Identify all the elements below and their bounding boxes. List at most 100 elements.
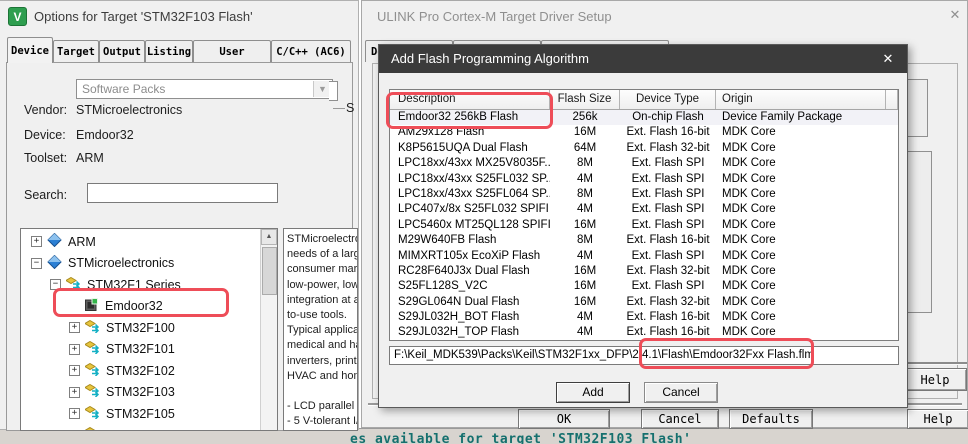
tree-item-arm[interactable]: + ARM: [23, 231, 259, 253]
expand-icon[interactable]: +: [31, 236, 42, 247]
tab-device[interactable]: Device: [7, 37, 53, 63]
tree-item-stm32f102[interactable]: +STM32F102: [23, 360, 259, 382]
tab-user[interactable]: User: [193, 40, 271, 62]
collapse-icon[interactable]: −: [50, 279, 61, 290]
description-line: STMicroelectronics' STM32F101 line: [287, 232, 357, 247]
tree-item-label: STM32F105: [106, 407, 175, 421]
table-row[interactable]: S29GL064N Dual Flash16MExt. Flash 32-bit…: [390, 295, 898, 310]
tree-item-stm32f107[interactable]: +STM32F107: [23, 425, 259, 432]
table-cell: MDK Core: [716, 233, 886, 248]
cancel-button-add[interactable]: Cancel: [644, 382, 718, 403]
help-button-upper[interactable]: Help: [903, 368, 967, 391]
algorithm-table-body: Emdoor32 256kB Flash256kOn-chip FlashDev…: [390, 110, 898, 341]
table-cell: Ext. Flash 16-bit: [620, 125, 716, 140]
vendor-row: Vendor: STMicroelectronics: [0, 103, 359, 119]
description-line: [287, 384, 357, 399]
table-row[interactable]: S29JL032H_BOT Flash4MExt. Flash 16-bitMD…: [390, 310, 898, 325]
algorithm-path-field[interactable]: F:\Keil_MDK539\Packs\Keil\STM32F1xx_DFP\…: [389, 346, 899, 365]
software-packs-combobox[interactable]: Software Packs ▼: [76, 79, 333, 99]
scroll-up-icon[interactable]: ▲: [261, 229, 277, 245]
expand-icon[interactable]: +: [69, 430, 80, 431]
table-cell: RC28F640J3x Dual Flash: [390, 264, 550, 279]
tree-item-stm32f103[interactable]: +STM32F103: [23, 382, 259, 404]
cancel-button-ulink[interactable]: Cancel: [641, 409, 719, 429]
defaults-button[interactable]: Defaults: [729, 409, 813, 429]
tree-item-label: Emdoor32: [105, 299, 163, 313]
ok-button[interactable]: OK: [518, 409, 610, 429]
table-cell: 4M: [550, 310, 620, 325]
table-row[interactable]: LPC18xx/43xx S25FL032 SP...4MExt. Flash …: [390, 172, 898, 187]
table-row[interactable]: S29JL032H_TOP Flash4MExt. Flash 16-bitMD…: [390, 325, 898, 340]
description-line: medical and handheld equipment, PC: [287, 338, 357, 353]
table-cell: K8P5615UQA Dual Flash: [390, 141, 550, 156]
expand-icon[interactable]: +: [69, 322, 80, 333]
tree-item-stm32f105[interactable]: + STM32F105: [23, 403, 259, 425]
collapse-icon[interactable]: −: [31, 258, 42, 269]
table-row[interactable]: LPC5460x MT25QL128 SPIFI16MExt. Flash SP…: [390, 218, 898, 233]
table-row[interactable]: M29W640FB Flash8MExt. Flash 16-bitMDK Co…: [390, 233, 898, 248]
close-icon[interactable]: ✕: [946, 7, 964, 23]
hidden-separator-fragment: [907, 362, 967, 365]
table-cell: Ext. Flash SPI: [620, 172, 716, 187]
tree-item-stmicroelectronics[interactable]: − STMicroelectronics: [23, 253, 259, 275]
tree-item-stm32f1-series[interactable]: − STM32F1 Series: [23, 274, 259, 296]
tree-scrollbar[interactable]: ▲: [260, 229, 277, 430]
expand-icon[interactable]: +: [69, 365, 80, 376]
search-input[interactable]: [87, 183, 278, 203]
table-row[interactable]: LPC407x/8x S25FL032 SPIFI4MExt. Flash SP…: [390, 202, 898, 217]
table-row[interactable]: LPC18xx/43xx MX25V8035F...8MExt. Flash S…: [390, 156, 898, 171]
tab-target[interactable]: Target: [53, 40, 99, 62]
options-for-target-dialog: V Options for Target 'STM32F103 Flash' D…: [0, 0, 359, 430]
table-cell: M29W640FB Flash: [390, 233, 550, 248]
tree-item-label: ARM: [68, 235, 96, 249]
tab-c-c-ac6-[interactable]: C/C++ (AC6): [271, 40, 351, 62]
add-button[interactable]: Add: [556, 382, 630, 403]
close-icon[interactable]: ✕: [877, 51, 899, 67]
description-line: consumer markets. By integrating the: [287, 262, 357, 277]
series-icon: [85, 320, 102, 336]
chip-icon: [84, 298, 101, 314]
expand-icon[interactable]: +: [69, 387, 80, 398]
column-header-origin[interactable]: Origin: [716, 90, 886, 109]
table-cell: LPC407x/8x S25FL032 SPIFI: [390, 202, 550, 217]
description-line: Typical applications include motor: [287, 323, 357, 338]
scrollbar-thumb[interactable]: [262, 247, 277, 295]
table-row[interactable]: RC28F640J3x Dual Flash16MExt. Flash 32-b…: [390, 264, 898, 279]
table-cell: S25FL128S_V2C: [390, 279, 550, 294]
description-line: - 5 V-tolerant I/Os: [287, 414, 357, 429]
description-line: - LCD parallel interface, 8080/6800: [287, 399, 357, 414]
table-cell: MDK Core: [716, 172, 886, 187]
table-cell: Emdoor32 256kB Flash: [390, 110, 550, 125]
device-label: Device:: [24, 128, 66, 142]
table-row[interactable]: Emdoor32 256kB Flash256kOn-chip FlashDev…: [390, 110, 898, 125]
table-row[interactable]: AM29x128 Flash16MExt. Flash 16-bitMDK Co…: [390, 125, 898, 140]
column-header-flash-size[interactable]: Flash Size: [550, 90, 620, 109]
group-box-fragment-label: S: [346, 101, 354, 115]
tab-listing[interactable]: Listing: [145, 40, 193, 62]
column-header-device-type[interactable]: Device Type: [620, 90, 716, 109]
tree-item-label: STM32F1 Series: [87, 278, 181, 292]
tree-item-emdoor32[interactable]: Emdoor32: [23, 296, 259, 318]
device-row: Device: Emdoor32: [0, 128, 359, 144]
table-cell: MDK Core: [716, 202, 886, 217]
expand-icon[interactable]: +: [69, 408, 80, 419]
table-cell: 64M: [550, 141, 620, 156]
table-cell: MDK Core: [716, 218, 886, 233]
column-header-description[interactable]: Description: [390, 90, 550, 109]
tree-item-label: STMicroelectronics: [68, 256, 174, 270]
description-line: integration at accessible prices with: [287, 293, 357, 308]
table-row[interactable]: K8P5615UQA Dual Flash64MExt. Flash 32-bi…: [390, 141, 898, 156]
toolset-row: Toolset: ARM: [0, 151, 359, 167]
tree-item-stm32f100[interactable]: +STM32F100: [23, 317, 259, 339]
help-button[interactable]: Help: [907, 409, 968, 429]
expand-icon[interactable]: +: [69, 344, 80, 355]
table-cell: Ext. Flash SPI: [620, 156, 716, 171]
table-cell: 4M: [550, 172, 620, 187]
column-header-stub[interactable]: [886, 90, 898, 109]
tab-output[interactable]: Output: [99, 40, 145, 62]
algorithm-table-header: DescriptionFlash SizeDevice TypeOrigin: [390, 90, 898, 110]
table-row[interactable]: LPC18xx/43xx S25FL064 SP...8MExt. Flash …: [390, 187, 898, 202]
table-row[interactable]: MIMXRT105x EcoXiP Flash4MExt. Flash SPIM…: [390, 249, 898, 264]
tree-item-stm32f101[interactable]: +STM32F101: [23, 339, 259, 361]
table-row[interactable]: S25FL128S_V2C16MExt. Flash SPIMDK Core: [390, 279, 898, 294]
